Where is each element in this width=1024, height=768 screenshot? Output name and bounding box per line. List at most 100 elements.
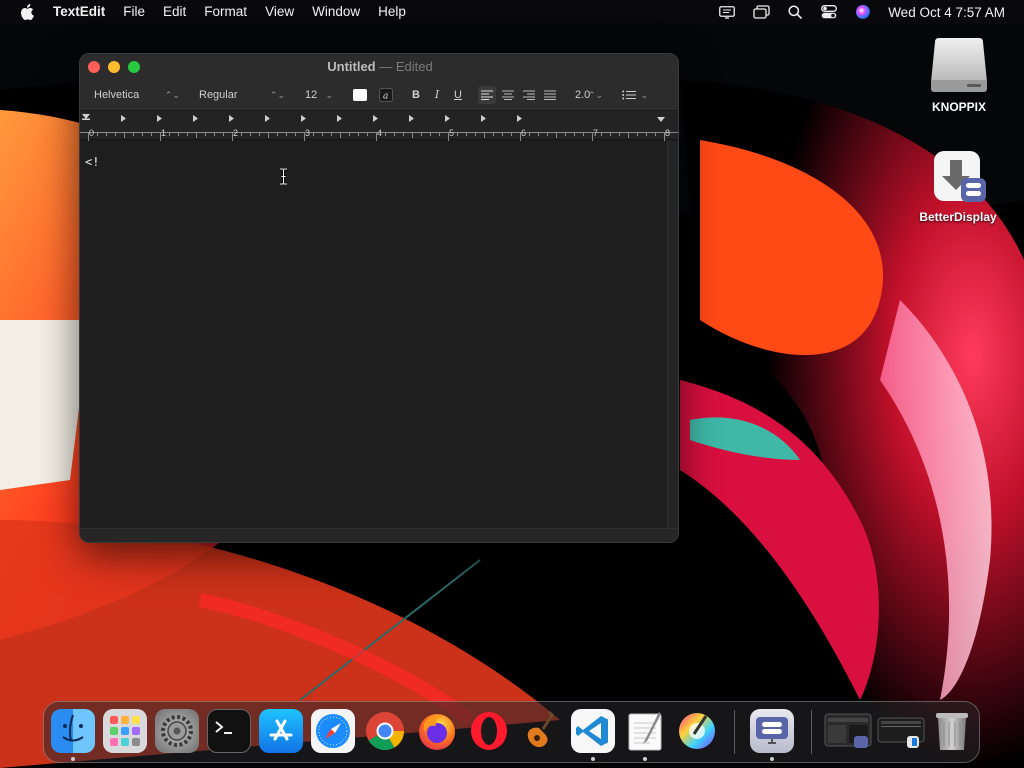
ruler-label: 7 xyxy=(593,128,599,138)
control-center-icon[interactable] xyxy=(812,0,846,24)
dock-terminal[interactable] xyxy=(207,709,251,753)
justify-button[interactable] xyxy=(541,86,559,104)
underline-button[interactable]: U xyxy=(449,86,467,104)
tab-stop-marker[interactable] xyxy=(445,115,450,122)
dock-color-picker[interactable] xyxy=(675,709,719,753)
align-right-button[interactable] xyxy=(520,86,538,104)
chevron-down-icon: ⌄ xyxy=(325,90,333,100)
edited-status: Edited xyxy=(395,59,433,74)
menu-help[interactable]: Help xyxy=(369,0,415,24)
dock-betterdisplay[interactable] xyxy=(750,709,794,753)
vertical-scrollbar[interactable] xyxy=(667,141,678,528)
dock-firefox[interactable] xyxy=(415,709,459,753)
svg-text:a: a xyxy=(383,92,388,102)
window-thumbnail-icon xyxy=(824,713,872,748)
ruler-label: 5 xyxy=(449,128,455,138)
tab-stop-marker[interactable] xyxy=(481,115,486,122)
dock-vscode[interactable] xyxy=(571,709,615,753)
siri-icon[interactable] xyxy=(846,0,880,24)
tab-stop-marker[interactable] xyxy=(409,115,414,122)
chevron-down-icon: ⌄ xyxy=(640,90,648,100)
textedit-window: Untitled — Edited Helvetica ⌃⌄ Regular ⌃… xyxy=(79,53,679,543)
menu-file[interactable]: File xyxy=(114,0,154,24)
desktop-icon-knoppix[interactable]: KNOPPIX xyxy=(909,34,1009,114)
menu-bar: TextEdit File Edit Format View Window He… xyxy=(0,0,1024,24)
dock-separator xyxy=(734,710,735,754)
display-status-icon[interactable] xyxy=(710,0,744,24)
align-center-button[interactable] xyxy=(499,86,517,104)
font-size-value: 12 xyxy=(305,89,318,101)
text-ruler[interactable]: 0 1 2 3 4 5 6 7 8 xyxy=(80,110,678,141)
ruler-label: 4 xyxy=(377,128,383,138)
dock-minimized-window-1[interactable] xyxy=(824,709,872,753)
italic-button[interactable]: I xyxy=(428,86,446,104)
right-margin-marker[interactable] xyxy=(657,117,665,122)
dock-system-settings[interactable] xyxy=(155,709,199,753)
stage-manager-icon[interactable] xyxy=(744,0,778,24)
menu-format[interactable]: Format xyxy=(195,0,256,24)
dock-chrome[interactable] xyxy=(363,709,407,753)
running-indicator xyxy=(643,757,647,761)
apple-icon[interactable] xyxy=(17,2,37,22)
desktop-icon-label: BetterDisplay xyxy=(919,210,997,224)
dock-safari[interactable] xyxy=(311,709,355,753)
compass-icon xyxy=(316,714,350,748)
dock-finder[interactable] xyxy=(51,709,95,753)
menu-app-name[interactable]: TextEdit xyxy=(51,0,114,24)
launchpad-icon xyxy=(110,716,140,746)
first-line-indent-marker[interactable] xyxy=(82,114,90,119)
ibeam-cursor-icon xyxy=(280,168,287,185)
list-style-popup[interactable]: ⌄ xyxy=(616,86,652,104)
text-color-well[interactable] xyxy=(353,89,367,101)
spotlight-search-icon[interactable] xyxy=(778,0,812,24)
dock-app-store[interactable] xyxy=(259,709,303,753)
align-left-button[interactable] xyxy=(478,86,496,104)
terminal-icon xyxy=(215,721,232,734)
tab-stop-marker[interactable] xyxy=(157,115,162,122)
desktop-icon-betterdisplay[interactable]: BetterDisplay xyxy=(908,150,1008,224)
chrome-icon xyxy=(366,712,405,751)
font-family-popup[interactable]: Helvetica ⌃⌄ xyxy=(88,86,184,104)
tab-stop-marker[interactable] xyxy=(337,115,342,122)
menu-window[interactable]: Window xyxy=(303,0,369,24)
left-indent-marker[interactable] xyxy=(82,118,90,121)
window-thumbnail-icon xyxy=(877,717,925,748)
menu-clock[interactable]: Wed Oct 4 7:57 AM xyxy=(880,5,1024,20)
guitar-icon xyxy=(527,710,554,748)
dock-launchpad[interactable] xyxy=(103,709,147,753)
bold-button[interactable]: B xyxy=(407,86,425,104)
tab-stop-marker[interactable] xyxy=(193,115,198,122)
highlight-color-button[interactable]: a xyxy=(377,86,395,104)
font-style-popup[interactable]: Regular ⌃⌄ xyxy=(193,86,289,104)
tab-stop-marker[interactable] xyxy=(229,115,234,122)
tab-stop-marker[interactable] xyxy=(265,115,270,122)
window-title: Untitled — Edited xyxy=(80,54,678,80)
dock-opera[interactable] xyxy=(467,709,511,753)
tab-stop-marker[interactable] xyxy=(517,115,522,122)
gear-icon xyxy=(161,715,193,747)
dock-minimized-window-2[interactable] xyxy=(877,709,925,753)
opera-icon xyxy=(471,712,507,750)
tab-stop-marker[interactable] xyxy=(121,115,126,122)
running-indicator xyxy=(770,757,774,761)
updown-chevron-icon: ⌃⌄ xyxy=(269,90,285,100)
document-content[interactable]: <! xyxy=(85,155,99,169)
line-spacing-popup[interactable]: 2.0 ⌃⌄ xyxy=(569,86,607,104)
dock-trash[interactable] xyxy=(930,709,974,753)
title-bar[interactable]: Untitled — Edited xyxy=(80,54,678,82)
updown-chevron-icon: ⌃⌄ xyxy=(587,90,603,100)
document-name: Untitled xyxy=(327,59,376,74)
dock-textedit[interactable] xyxy=(623,709,667,753)
font-size-combobox[interactable]: 12 ⌄ xyxy=(299,86,337,104)
menu-edit[interactable]: Edit xyxy=(154,0,195,24)
ruler-label: 8 xyxy=(665,128,671,138)
zoom-button[interactable] xyxy=(128,61,140,73)
tab-stop-marker[interactable] xyxy=(373,115,378,122)
tab-stop-marker[interactable] xyxy=(301,115,306,122)
menu-view[interactable]: View xyxy=(256,0,303,24)
dock xyxy=(43,701,980,763)
dock-garageband[interactable] xyxy=(519,709,563,753)
document-text-area[interactable]: <! xyxy=(80,141,667,528)
minimize-button[interactable] xyxy=(108,61,120,73)
close-button[interactable] xyxy=(88,61,100,73)
